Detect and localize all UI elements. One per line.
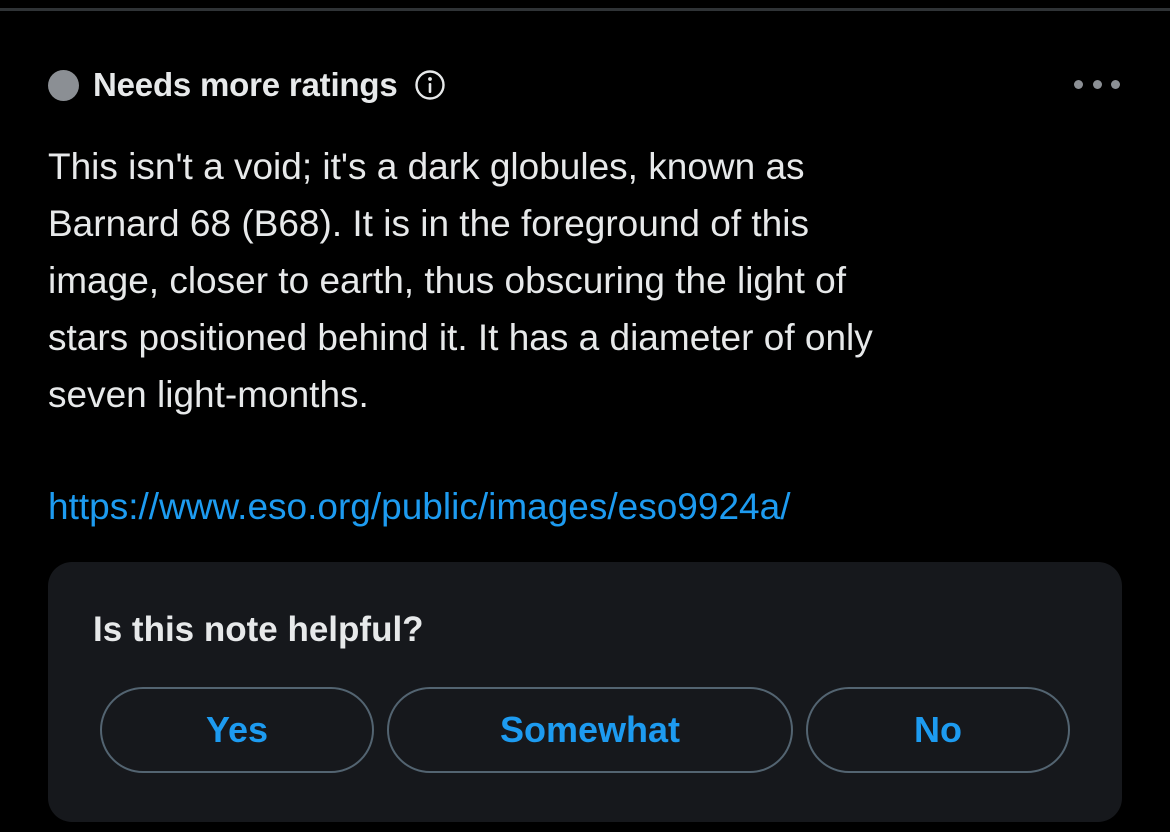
- more-dot: [1074, 79, 1083, 89]
- note-status-row: Needs more ratings: [48, 64, 446, 106]
- source-link[interactable]: https://www.eso.org/public/images/eso992…: [48, 478, 790, 535]
- note-body-text: This isn't a void; it's a dark globules,…: [48, 146, 873, 415]
- more-dot: [1092, 79, 1102, 89]
- somewhat-button[interactable]: Somewhat: [387, 687, 793, 773]
- helpful-question: Is this note helpful?: [93, 610, 424, 649]
- top-divider: [0, 8, 1170, 11]
- more-dot: [1111, 79, 1120, 89]
- info-circle-icon[interactable]: [414, 69, 446, 101]
- no-button[interactable]: No: [806, 687, 1070, 773]
- status-dot-icon: [48, 69, 79, 101]
- status-label: Needs more ratings: [93, 66, 398, 103]
- yes-button[interactable]: Yes: [100, 687, 374, 773]
- helpful-rating-card: Is this note helpful? Yes Somewhat No: [48, 562, 1122, 822]
- more-horizontal-icon[interactable]: [1074, 72, 1120, 96]
